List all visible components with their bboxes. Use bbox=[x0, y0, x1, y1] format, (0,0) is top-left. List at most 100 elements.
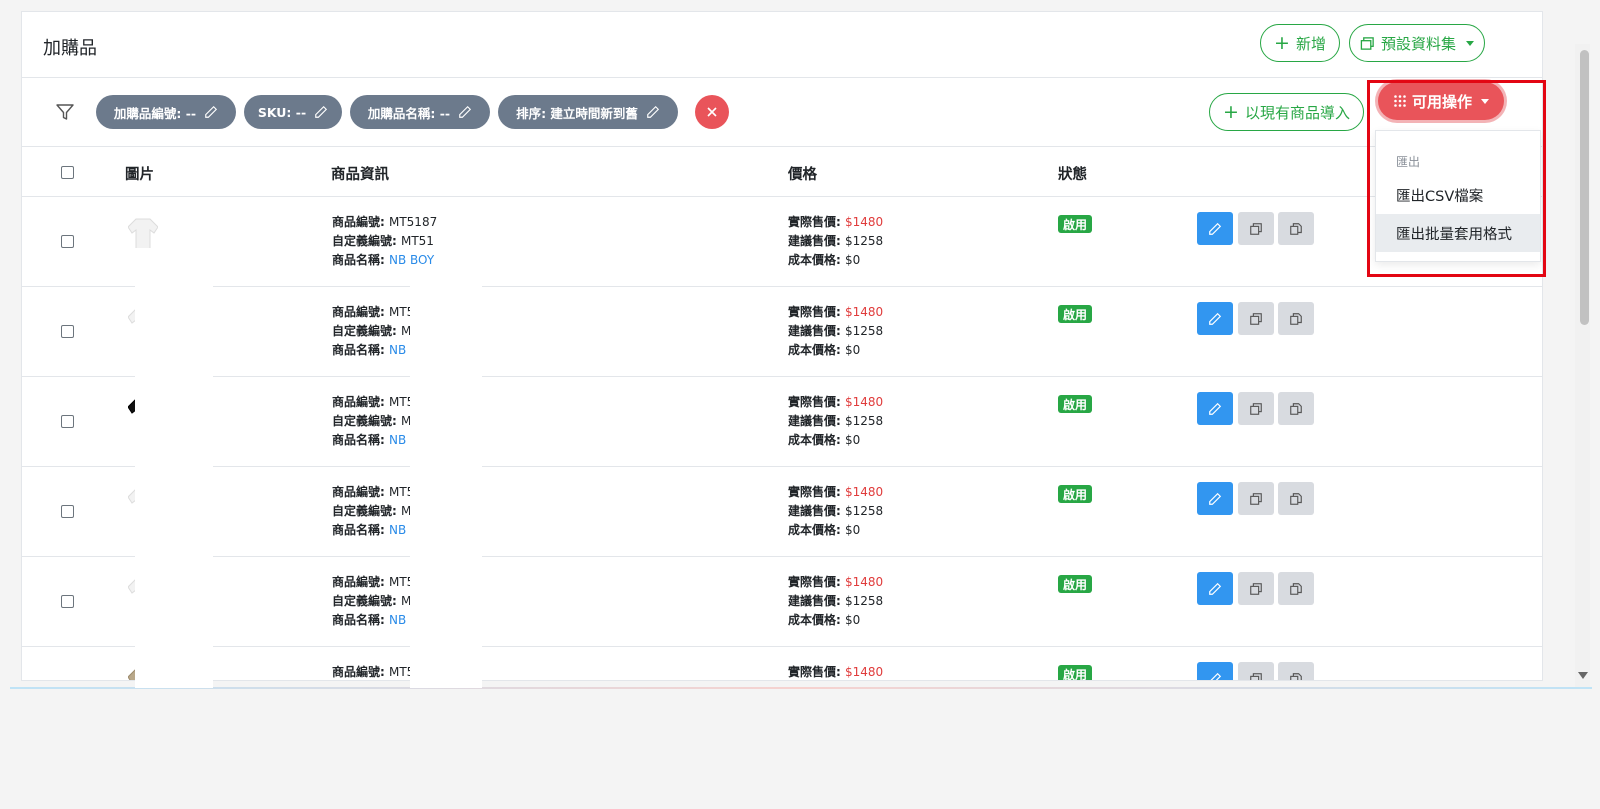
cost-price-value: $0 bbox=[844, 433, 861, 447]
filter-chip-label: SKU: -- bbox=[257, 104, 307, 120]
preset-dataset-button[interactable]: 預設資料集 bbox=[1349, 24, 1485, 62]
cost-price-label: 成本價格: bbox=[788, 523, 845, 537]
add-button[interactable]: + 新增 bbox=[1260, 24, 1340, 62]
edit-button[interactable] bbox=[1197, 392, 1233, 425]
duplicate-button[interactable] bbox=[1278, 482, 1314, 515]
pencil-icon bbox=[1209, 582, 1222, 595]
import-existing-label: 以現有商品導入 bbox=[1244, 103, 1350, 122]
scrollbar-thumb[interactable] bbox=[1580, 50, 1589, 325]
status-badge: 啟用 bbox=[1058, 215, 1093, 233]
product-price: 實際售價: $1480 建議售價: $1258 成本價格: $0 bbox=[788, 483, 883, 540]
cost-price-value: $0 bbox=[844, 343, 861, 357]
copy-button[interactable] bbox=[1238, 392, 1274, 425]
close-icon bbox=[707, 107, 717, 117]
scroll-down-arrow-icon[interactable] bbox=[1578, 672, 1588, 679]
filter-chip-addon-name[interactable]: 加購品名稱: -- bbox=[350, 95, 490, 129]
table-header: 圖片 商品資訊 價格 狀態 bbox=[22, 147, 1542, 197]
edit-button[interactable] bbox=[1197, 212, 1233, 245]
filter-chip-label: 加購品名稱: -- bbox=[367, 105, 451, 121]
addon-card: 加購品 + 新增 預設資料集 加購品編號: -- SKU: -- 加購品名稱: … bbox=[21, 11, 1543, 681]
product-name-label: 商品名稱: bbox=[332, 613, 389, 627]
pencil-icon bbox=[1209, 222, 1222, 235]
highlight-annotation bbox=[1367, 80, 1546, 277]
table-row: 商品編號: MT5187自定義編號: MT51商品名稱: NB BOY實際售價:… bbox=[22, 197, 1542, 287]
duplicate-button[interactable] bbox=[1278, 212, 1314, 245]
actual-price-value: $1480 bbox=[844, 575, 884, 589]
copy-icon bbox=[1250, 672, 1262, 680]
edit-button[interactable] bbox=[1197, 662, 1233, 680]
product-price: 實際售價: $1480 建議售價: $1258 成本價格: $0 bbox=[788, 303, 883, 360]
table-row: 商品編號: MT5187自定義編號: MT51商品名稱: NB BOY實際售價:… bbox=[22, 467, 1542, 557]
cost-price-label: 成本價格: bbox=[788, 253, 845, 267]
cost-price-value: $0 bbox=[844, 253, 861, 267]
row-checkbox[interactable] bbox=[61, 505, 74, 518]
pencil-icon bbox=[1209, 492, 1222, 505]
status-badge: 啟用 bbox=[1058, 305, 1093, 323]
edit-button[interactable] bbox=[1197, 482, 1233, 515]
duplicate-icon bbox=[1290, 582, 1302, 595]
row-checkbox[interactable] bbox=[61, 415, 74, 428]
product-price: 實際售價: $1480 bbox=[788, 663, 883, 680]
product-name-label: 商品名稱: bbox=[332, 523, 389, 537]
row-checkbox[interactable] bbox=[61, 595, 74, 608]
actual-price-label: 實際售價: bbox=[788, 395, 845, 409]
product-name-label: 商品名稱: bbox=[332, 343, 389, 357]
copy-button[interactable] bbox=[1238, 482, 1274, 515]
product-price: 實際售價: $1480 建議售價: $1258 成本價格: $0 bbox=[788, 393, 883, 450]
actual-price-value: $1480 bbox=[844, 485, 884, 499]
filter-chip-sort[interactable]: 排序: 建立時間新到舊 bbox=[498, 95, 678, 129]
duplicate-button[interactable] bbox=[1278, 302, 1314, 335]
actual-price-label: 實際售價: bbox=[788, 575, 845, 589]
product-name-label: 商品名稱: bbox=[332, 253, 389, 267]
suggested-price-value: $1258 bbox=[844, 594, 884, 608]
suggested-price-label: 建議售價: bbox=[788, 234, 845, 248]
copy-icon bbox=[1250, 492, 1262, 505]
custom-no-label: 自定義編號: bbox=[332, 414, 401, 428]
product-price: 實際售價: $1480 建議售價: $1258 成本價格: $0 bbox=[788, 213, 883, 270]
clear-filters-button[interactable] bbox=[695, 95, 729, 129]
pencil-icon bbox=[315, 105, 328, 118]
pencil-icon bbox=[1209, 402, 1222, 415]
card-header: 加購品 + 新增 預設資料集 bbox=[22, 12, 1542, 78]
filter-chip-sku[interactable]: SKU: -- bbox=[244, 95, 342, 129]
copy-button[interactable] bbox=[1238, 572, 1274, 605]
select-all-checkbox[interactable] bbox=[61, 166, 74, 179]
custom-no-label: 自定義編號: bbox=[332, 324, 401, 338]
actual-price-label: 實際售價: bbox=[788, 215, 845, 229]
row-checkbox[interactable] bbox=[61, 235, 74, 248]
filter-chip-label: 排序: 建立時間新到舊 bbox=[516, 105, 638, 121]
row-checkbox[interactable] bbox=[61, 325, 74, 338]
cost-price-label: 成本價格: bbox=[788, 343, 845, 357]
status-badge: 啟用 bbox=[1058, 575, 1093, 593]
status-badge: 啟用 bbox=[1058, 395, 1093, 413]
preset-dataset-label: 預設資料集 bbox=[1380, 34, 1456, 53]
product-no-label: 商品編號: bbox=[332, 575, 389, 589]
copy-icon bbox=[1250, 312, 1262, 325]
duplicate-button[interactable] bbox=[1278, 392, 1314, 425]
custom-no-label: 自定義編號: bbox=[332, 504, 401, 518]
copy-icon bbox=[1250, 402, 1262, 415]
edit-button[interactable] bbox=[1197, 572, 1233, 605]
actual-price-label: 實際售價: bbox=[788, 305, 845, 319]
copy-button[interactable] bbox=[1238, 302, 1274, 335]
product-no-label: 商品編號: bbox=[332, 215, 389, 229]
product-price: 實際售價: $1480 建議售價: $1258 成本價格: $0 bbox=[788, 573, 883, 630]
pencil-icon bbox=[1210, 672, 1222, 680]
redaction-block bbox=[410, 270, 482, 688]
filter-chip-label: 加購品編號: -- bbox=[113, 105, 197, 121]
custom-no-label: 自定義編號: bbox=[332, 234, 401, 248]
product-name-link[interactable]: NB BOY bbox=[389, 253, 434, 267]
duplicate-button[interactable] bbox=[1278, 572, 1314, 605]
duplicate-button[interactable] bbox=[1278, 662, 1314, 680]
filter-chip-addon-no[interactable]: 加購品編號: -- bbox=[96, 95, 236, 129]
plus-icon: + bbox=[1223, 100, 1239, 123]
copy-button[interactable] bbox=[1238, 212, 1274, 245]
filter-icon[interactable] bbox=[55, 102, 75, 122]
edit-button[interactable] bbox=[1197, 302, 1233, 335]
product-no-label: 商品編號: bbox=[332, 305, 389, 319]
duplicate-icon bbox=[1290, 672, 1302, 680]
copy-button[interactable] bbox=[1238, 662, 1274, 680]
actual-price-value: $1480 bbox=[844, 395, 884, 409]
import-existing-button[interactable]: + 以現有商品導入 bbox=[1209, 93, 1364, 131]
copy-icon bbox=[1360, 36, 1374, 50]
